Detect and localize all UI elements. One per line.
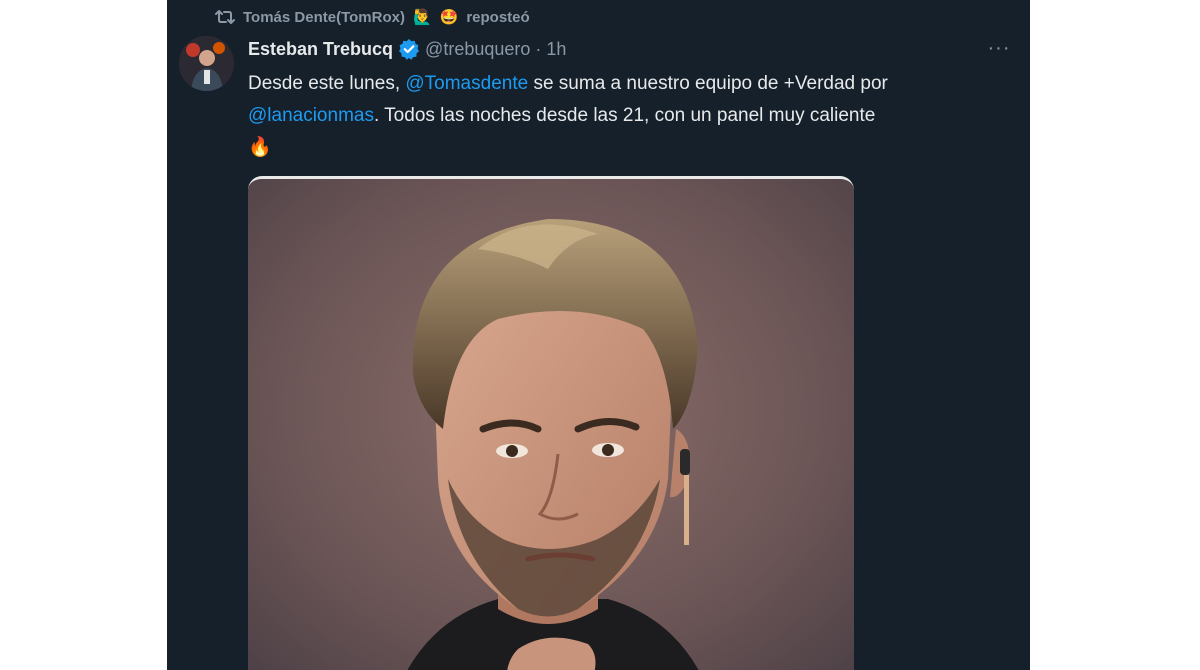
repost-action-label: reposteó xyxy=(466,8,530,26)
tweet-media-image[interactable] xyxy=(248,176,854,670)
tweet-text: Desde este lunes, @Tomasdente se suma a … xyxy=(248,68,1018,164)
tweet-text-part-2: se suma a nuestro equipo de +Verdad por xyxy=(528,73,888,94)
header-separator: · xyxy=(535,38,542,59)
repost-icon xyxy=(215,8,235,26)
tweet-text-part-3: . Todos las noches desde las 21, con un … xyxy=(373,105,876,126)
mention-lanacionmas[interactable]: @lanacionmas xyxy=(248,105,374,126)
fire-emoji: 🔥 xyxy=(248,137,272,158)
emoji-man-raising-hand: 🙋‍♂️ xyxy=(412,8,432,26)
repost-indicator: Tomás Dente(TomRox) 🙋‍♂️ 🤩 reposteó xyxy=(215,6,530,28)
author-name[interactable]: Esteban Trebucq xyxy=(248,39,393,60)
tweet-text-part-1: Desde este lunes, xyxy=(248,73,406,94)
author-avatar[interactable] xyxy=(179,36,234,91)
more-options-icon[interactable]: ··· xyxy=(986,37,1012,59)
author-handle[interactable]: @trebuquero xyxy=(425,39,530,60)
tweet-header: Esteban Trebucq @trebuquero · 1h xyxy=(248,37,566,61)
tweet-card[interactable]: Tomás Dente(TomRox) 🙋‍♂️ 🤩 reposteó Este… xyxy=(167,0,1030,670)
verified-badge-icon xyxy=(398,38,420,60)
emoji-star-struck: 🤩 xyxy=(439,8,459,26)
repost-user-name[interactable]: Tomás Dente(TomRox) xyxy=(243,9,405,26)
mention-tomasdente[interactable]: @Tomasdente xyxy=(405,73,528,94)
tweet-timestamp[interactable]: 1h xyxy=(546,39,566,60)
